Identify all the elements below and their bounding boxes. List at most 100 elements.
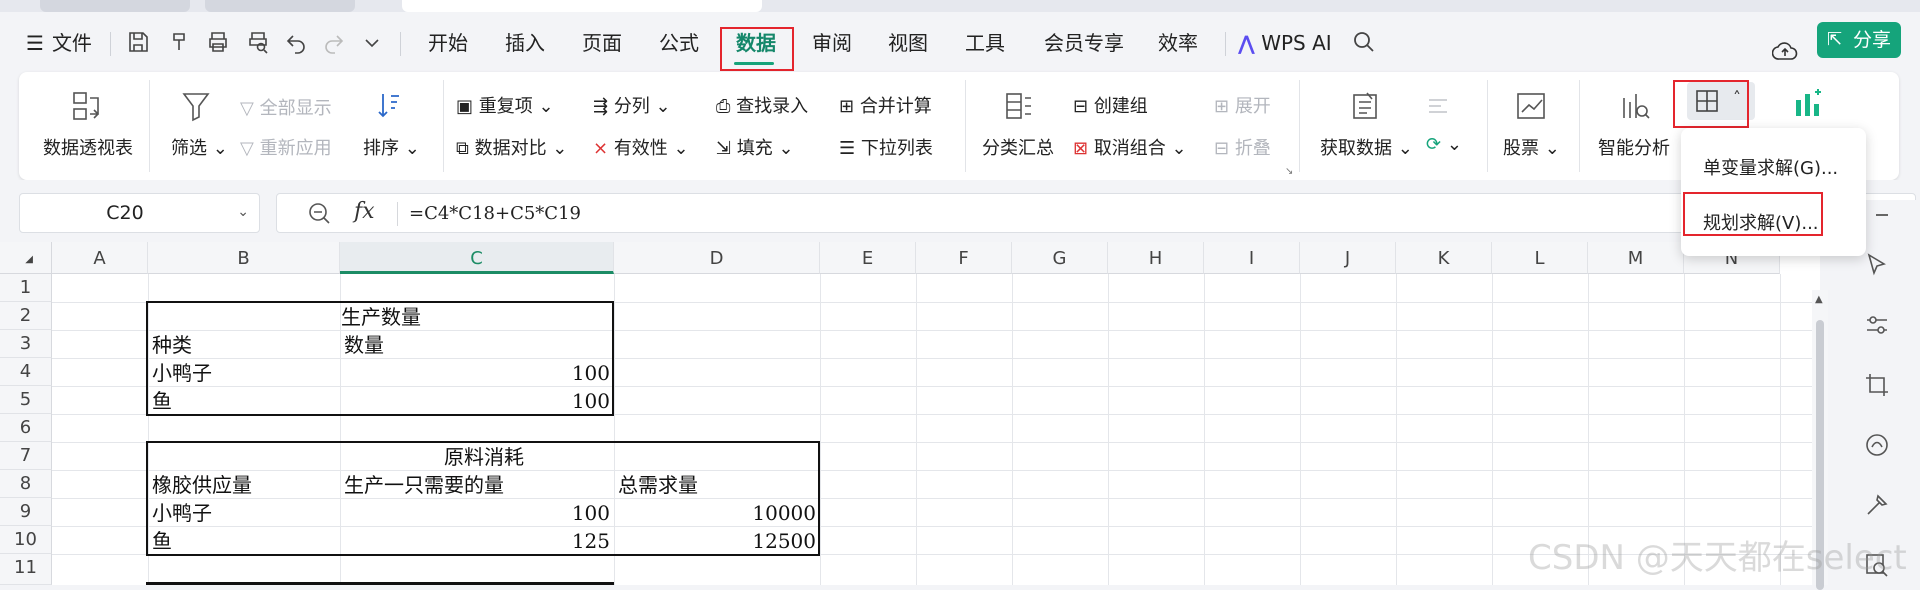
sliders-icon[interactable] <box>1864 312 1894 342</box>
table-header-cell[interactable]: 总需求量 <box>618 471 698 499</box>
column-header[interactable]: H <box>1108 242 1204 274</box>
style-icon[interactable] <box>1864 432 1894 462</box>
row-header[interactable]: 6 <box>0 414 52 442</box>
filter-icon[interactable] <box>181 90 211 122</box>
column-header[interactable]: E <box>820 242 916 274</box>
show-all-button[interactable]: ▽ 全部显示 <box>240 94 332 120</box>
redo-icon[interactable] <box>320 30 348 58</box>
table-cell[interactable]: 100 <box>344 359 610 387</box>
column-header[interactable]: G <box>1012 242 1108 274</box>
table-title[interactable]: 生产数量 <box>148 303 614 331</box>
tab-view[interactable]: 视图 <box>884 30 932 56</box>
cursor-icon[interactable] <box>1864 252 1894 282</box>
print-preview-icon[interactable] <box>244 30 272 58</box>
cloud-upload-icon[interactable] <box>1771 40 1800 64</box>
fx-icon[interactable]: fx <box>354 199 375 224</box>
search-icon[interactable] <box>1350 30 1378 58</box>
ungroup-button[interactable]: ⊠ 取消组合 ⌄ <box>1073 134 1187 160</box>
table-header-cell[interactable]: 数量 <box>344 331 384 359</box>
row-header[interactable]: 5 <box>0 386 52 414</box>
undo-icon[interactable] <box>282 30 310 58</box>
window-tab[interactable] <box>205 0 355 12</box>
link-icon[interactable] <box>1424 90 1454 120</box>
create-group-button[interactable]: ⊟ 创建组 <box>1073 92 1148 118</box>
tab-tools[interactable]: 工具 <box>961 30 1009 56</box>
format-painter-icon[interactable] <box>164 30 192 58</box>
tab-formula[interactable]: 公式 <box>655 30 703 56</box>
table-cell[interactable]: 10000 <box>618 499 816 527</box>
merge-calc-button[interactable]: ⊞ 合并计算 <box>839 92 932 118</box>
row-header[interactable]: 2 <box>0 302 52 330</box>
column-header[interactable]: L <box>1492 242 1588 274</box>
filter-button[interactable]: 筛选 ⌄ <box>171 134 228 160</box>
pivot-table-button[interactable]: 数据透视表 <box>43 134 133 160</box>
tab-page[interactable]: 页面 <box>578 30 626 56</box>
print-icon[interactable] <box>204 30 232 58</box>
compare-button[interactable]: ⧉ 数据对比 ⌄ <box>456 134 567 160</box>
stocks-button[interactable]: 股票 ⌄ <box>1503 134 1560 160</box>
row-header[interactable]: 11 <box>0 554 52 585</box>
table-cell[interactable]: 125 <box>344 527 610 555</box>
table-cell[interactable]: 100 <box>344 387 610 415</box>
minimize-handle[interactable] <box>1876 214 1888 216</box>
ai-chart-icon[interactable] <box>1791 86 1825 120</box>
wps-ai-button[interactable]: ⋀ WPS AI <box>1238 30 1338 56</box>
file-menu[interactable]: ☰ 文件 <box>26 30 96 56</box>
table-cell[interactable]: 100 <box>344 499 610 527</box>
row-header[interactable]: 1 <box>0 274 52 302</box>
column-header[interactable]: J <box>1300 242 1396 274</box>
subtotal-icon[interactable] <box>1003 90 1035 122</box>
smart-analysis-button[interactable]: 智能分析 <box>1598 134 1670 160</box>
tab-home[interactable]: 开始 <box>424 30 472 56</box>
sort-button[interactable]: 排序 ⌄ <box>363 134 420 160</box>
refresh-button[interactable]: ⟳ ⌄ <box>1426 134 1462 155</box>
row-header[interactable]: 7 <box>0 442 52 470</box>
share-button[interactable]: ⇱ 分享 <box>1817 22 1901 58</box>
window-tab[interactable] <box>40 0 190 12</box>
crop-icon[interactable] <box>1864 372 1894 402</box>
table-cell[interactable]: 小鸭子 <box>152 499 212 527</box>
save-icon[interactable] <box>124 30 152 58</box>
table-header-cell[interactable]: 种类 <box>152 331 192 359</box>
formula-input[interactable]: fx =C4*C18+C5*C19 <box>276 193 1916 233</box>
table-cell[interactable]: 鱼 <box>152 527 172 555</box>
column-header[interactable]: M <box>1588 242 1684 274</box>
column-header[interactable]: B <box>148 242 340 274</box>
tools-icon[interactable] <box>1864 492 1894 522</box>
validity-button[interactable]: ⨯ 有效性 ⌄ <box>593 134 689 160</box>
get-data-icon[interactable] <box>1349 90 1381 122</box>
table-cell[interactable]: 小鸭子 <box>152 359 212 387</box>
goal-seek-menu-item[interactable]: 单变量求解(G)... <box>1703 154 1838 180</box>
tab-review[interactable]: 审阅 <box>808 30 856 56</box>
table-header-cell[interactable]: 橡胶供应量 <box>152 471 252 499</box>
column-header[interactable]: F <box>916 242 1012 274</box>
row-header[interactable]: 9 <box>0 498 52 526</box>
column-header[interactable]: K <box>1396 242 1492 274</box>
column-header-selected[interactable]: C <box>340 242 614 274</box>
select-all-corner[interactable]: ◢ <box>0 242 52 274</box>
fill-button[interactable]: ⇲ 填充 ⌄ <box>716 134 794 160</box>
collapse-button[interactable]: ⊟ 折叠 <box>1214 134 1271 160</box>
chevron-down-icon[interactable]: ⌄ <box>237 204 249 220</box>
sort-icon[interactable] <box>373 90 405 122</box>
table-title[interactable]: 原料消耗 <box>148 443 820 471</box>
tab-insert[interactable]: 插入 <box>501 30 549 56</box>
table-cell[interactable]: 鱼 <box>152 387 172 415</box>
stock-chart-icon[interactable] <box>1515 90 1547 122</box>
pivot-table-icon[interactable] <box>71 90 103 122</box>
name-box[interactable]: C20 ⌄ <box>19 193 260 233</box>
smart-analysis-icon[interactable] <box>1619 90 1651 122</box>
expand-button[interactable]: ⊞ 展开 <box>1214 92 1271 118</box>
scroll-up-icon[interactable]: ▲ <box>1815 294 1823 305</box>
reapply-button[interactable]: ▽ 重新应用 <box>240 134 332 160</box>
table-header-cell[interactable]: 生产一只需要的量 <box>344 471 504 499</box>
lookup-entry-button[interactable]: ⎙ 查找录入 <box>716 92 808 118</box>
split-button[interactable]: ⇶ 分列 ⌄ <box>593 92 671 118</box>
dropdown-list-button[interactable]: ☰ 下拉列表 <box>839 134 933 160</box>
zoom-formula-icon[interactable] <box>307 201 331 230</box>
table-cell[interactable]: 12500 <box>618 527 816 555</box>
row-header[interactable]: 3 <box>0 330 52 358</box>
row-header[interactable]: 10 <box>0 526 52 554</box>
duplicates-button[interactable]: ▣ 重复项 ⌄ <box>456 92 554 118</box>
column-header[interactable]: A <box>52 242 148 274</box>
